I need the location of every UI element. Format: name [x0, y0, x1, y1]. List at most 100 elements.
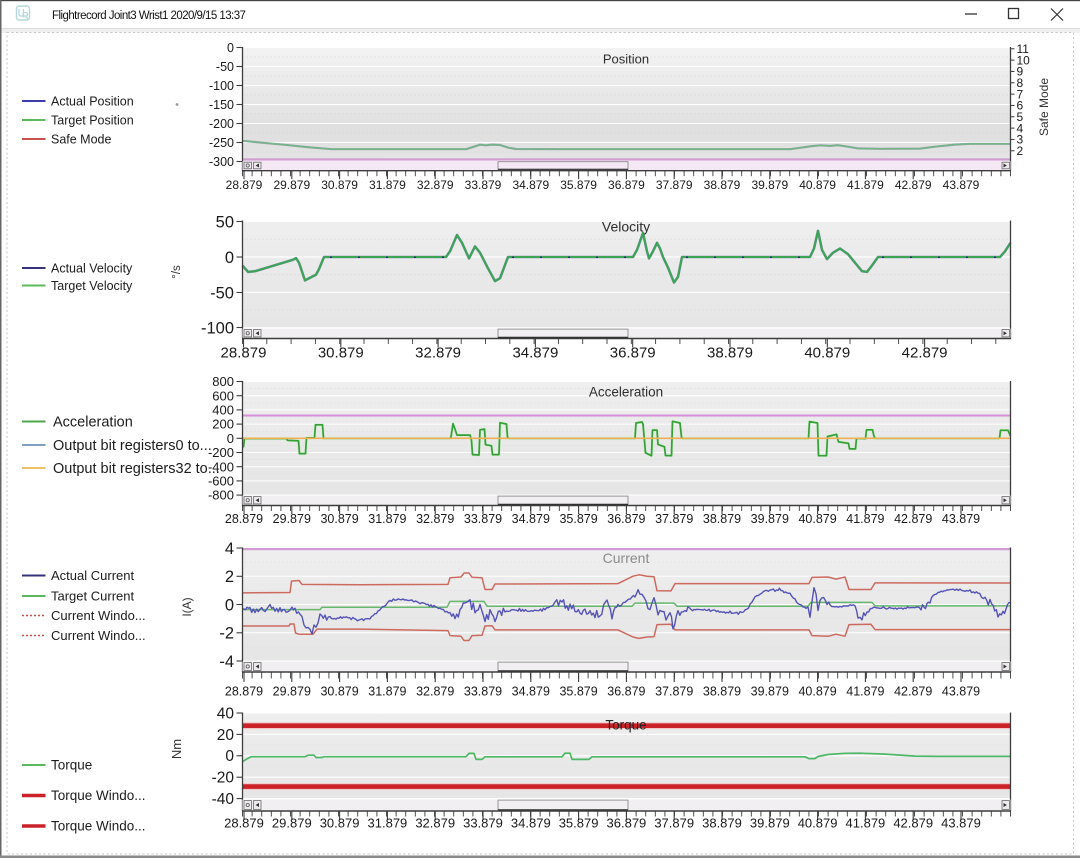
svg-text:30.879: 30.879 [318, 345, 364, 362]
svg-text:Output bit registers32 to...: Output bit registers32 to... [53, 461, 220, 477]
svg-text:31.879: 31.879 [368, 816, 408, 831]
svg-text:Position: Position [603, 52, 649, 67]
svg-text:Acceleration: Acceleration [53, 415, 133, 431]
svg-text:Torque Windo...: Torque Windo... [51, 788, 146, 803]
svg-text:32.879: 32.879 [416, 685, 454, 699]
svg-text:600: 600 [212, 388, 234, 403]
svg-text:36.879: 36.879 [607, 685, 645, 699]
svg-text:Current Windo...: Current Windo... [51, 608, 146, 623]
svg-text:Torque Windo...: Torque Windo... [51, 819, 146, 834]
svg-text:Actual Position: Actual Position [51, 94, 134, 108]
svg-text:39.879: 39.879 [751, 178, 788, 192]
svg-text:33.879: 33.879 [464, 512, 502, 526]
svg-text:41.879: 41.879 [846, 685, 884, 699]
svg-text:37.879: 37.879 [655, 685, 693, 699]
svg-text:37.879: 37.879 [656, 178, 693, 192]
svg-text:33.879: 33.879 [465, 178, 502, 192]
svg-text:0: 0 [225, 748, 234, 765]
svg-text:28.879: 28.879 [226, 178, 263, 192]
svg-text:Safe Mode: Safe Mode [1037, 78, 1051, 136]
svg-text:43.879: 43.879 [943, 178, 980, 192]
svg-text:34.879: 34.879 [512, 178, 549, 192]
svg-text:42.879: 42.879 [893, 816, 933, 831]
svg-text:-20: -20 [212, 770, 235, 787]
svg-text:-250: -250 [209, 136, 234, 150]
svg-text:2: 2 [1017, 144, 1024, 158]
svg-text:28.879: 28.879 [221, 345, 267, 362]
svg-text:40.879: 40.879 [804, 345, 850, 362]
svg-text:35.879: 35.879 [559, 685, 597, 699]
svg-text:-100: -100 [201, 319, 234, 337]
svg-text:32.879: 32.879 [415, 345, 461, 362]
svg-text:29.879: 29.879 [273, 512, 311, 526]
svg-text:400: 400 [212, 402, 234, 417]
svg-text:36.879: 36.879 [607, 512, 645, 526]
svg-text:42.879: 42.879 [894, 512, 932, 526]
svg-text:I(A): I(A) [180, 597, 194, 616]
svg-text:-800: -800 [208, 488, 234, 503]
svg-text:29.879: 29.879 [273, 178, 310, 192]
svg-text:50: 50 [216, 213, 234, 231]
svg-text:38.879: 38.879 [707, 345, 753, 362]
svg-text:34.879: 34.879 [512, 345, 558, 362]
svg-text:35.879: 35.879 [559, 512, 597, 526]
svg-text:36.879: 36.879 [607, 816, 647, 831]
svg-text:32.879: 32.879 [415, 816, 455, 831]
svg-text:0: 0 [227, 431, 234, 446]
svg-text:36.879: 36.879 [608, 178, 645, 192]
svg-text:31.879: 31.879 [368, 512, 406, 526]
svg-text:-50: -50 [216, 60, 234, 74]
svg-text:-150: -150 [209, 98, 234, 112]
svg-text:30.879: 30.879 [320, 816, 360, 831]
svg-text:36.879: 36.879 [610, 345, 656, 362]
svg-text:29.879: 29.879 [273, 685, 311, 699]
svg-text:38.879: 38.879 [703, 685, 741, 699]
svg-text:Current: Current [603, 550, 650, 566]
svg-text:40.879: 40.879 [798, 685, 836, 699]
svg-text:Target Position: Target Position [51, 113, 134, 127]
svg-text:200: 200 [212, 417, 234, 432]
svg-text:35.879: 35.879 [560, 178, 597, 192]
svg-text:30.879: 30.879 [320, 512, 358, 526]
svg-text:Torque: Torque [605, 718, 646, 733]
svg-text:39.879: 39.879 [751, 685, 789, 699]
svg-text:0: 0 [227, 41, 234, 55]
svg-text:39.879: 39.879 [751, 512, 789, 526]
svg-text:35.879: 35.879 [559, 816, 599, 831]
svg-text:42.879: 42.879 [895, 178, 932, 192]
svg-text:28.879: 28.879 [224, 816, 264, 831]
svg-text:33.879: 33.879 [463, 816, 503, 831]
svg-text:-4: -4 [219, 653, 234, 671]
svg-text:40.879: 40.879 [799, 178, 836, 192]
svg-text:Nm: Nm [169, 739, 184, 759]
svg-text:38.879: 38.879 [704, 178, 741, 192]
svg-text:Flightrecord Joint3 Wrist1 202: Flightrecord Joint3 Wrist1 2020/9/15 13:… [52, 10, 246, 22]
svg-text:33.879: 33.879 [464, 685, 502, 699]
svg-text:°/s: °/s [171, 265, 183, 279]
svg-text:Target Current: Target Current [51, 589, 134, 604]
svg-text:800: 800 [212, 374, 234, 389]
svg-text:-100: -100 [209, 79, 234, 93]
svg-text:30.879: 30.879 [321, 178, 358, 192]
svg-text:41.879: 41.879 [846, 512, 884, 526]
svg-text:Safe Mode: Safe Mode [51, 132, 112, 146]
svg-text:34.879: 34.879 [511, 816, 551, 831]
svg-text:38.879: 38.879 [703, 512, 741, 526]
svg-text:Torque: Torque [51, 758, 92, 773]
svg-text:43.879: 43.879 [942, 512, 980, 526]
svg-text:31.879: 31.879 [369, 178, 406, 192]
svg-text:32.879: 32.879 [416, 512, 454, 526]
svg-text:Actual Velocity: Actual Velocity [51, 261, 133, 275]
svg-text:40.879: 40.879 [798, 512, 836, 526]
svg-text:-40: -40 [212, 791, 235, 808]
svg-text:38.879: 38.879 [702, 816, 742, 831]
svg-text:42.879: 42.879 [894, 685, 932, 699]
svg-text:30.879: 30.879 [320, 685, 358, 699]
svg-text:34.879: 34.879 [512, 512, 550, 526]
svg-text:29.879: 29.879 [272, 816, 312, 831]
svg-text:40.879: 40.879 [798, 816, 838, 831]
svg-text:41.879: 41.879 [846, 816, 886, 831]
svg-text:31.879: 31.879 [368, 685, 406, 699]
svg-text:-2: -2 [219, 625, 234, 643]
svg-text:Current Windo...: Current Windo... [51, 628, 146, 643]
